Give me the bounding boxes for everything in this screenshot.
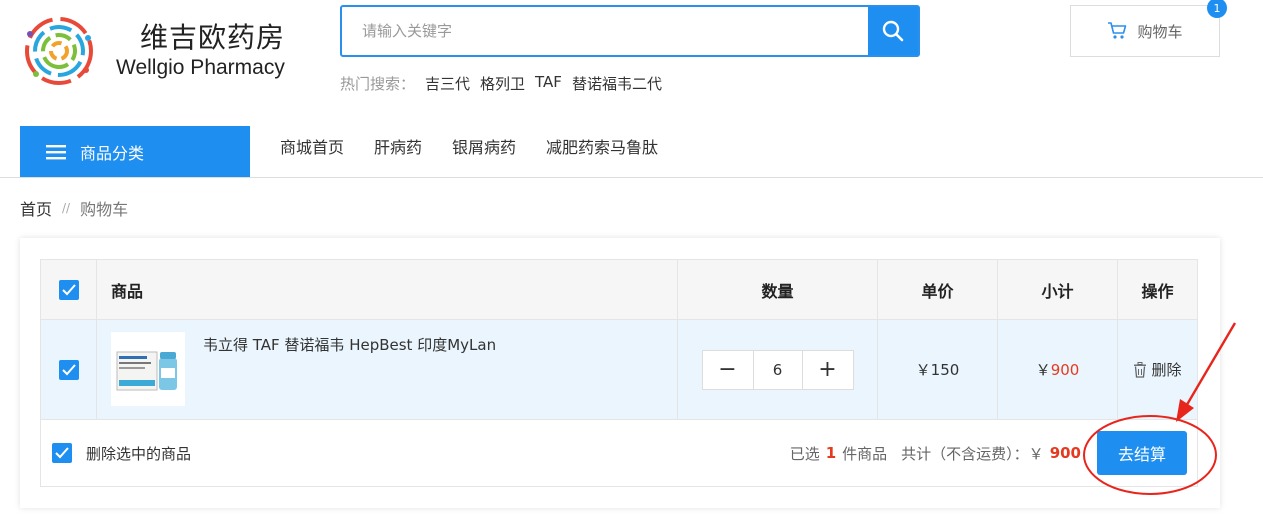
hot-search-label: 热门搜索： [340,75,416,93]
cart-count-badge: 1 [1207,0,1227,18]
delete-item-label: 删除 [1151,361,1182,379]
nav-link-weight-loss[interactable]: 减肥药索马鲁肽 [546,134,658,158]
main-nav: 商品分类 商城首页 肝病药 银屑病药 减肥药索马鲁肽 [0,126,1263,178]
hot-search-item[interactable]: TAF [535,73,562,94]
subtotal-value: 900 [1050,361,1080,379]
hot-search: 热门搜索： 吉三代 格列卫 TAF 替诺福韦二代 [340,73,662,94]
category-menu-label: 商品分类 [80,143,145,163]
subtotal-currency: ￥ [1035,361,1051,379]
delete-item-button[interactable]: 删除 [1133,359,1182,380]
delete-selected-button[interactable]: 删除选中的商品 [86,443,191,464]
search-bar [340,5,920,57]
table-header: 商品 数量 单价 小计 操作 [41,260,1197,320]
brand-name-cn: 维吉欧药房 [140,21,286,54]
trash-icon [1134,361,1147,378]
cart-footer: 删除选中的商品 已选 1 件商品 共计（不含运费）：￥ 900 去结算 [41,420,1197,486]
breadcrumb-current: 购物车 [80,200,129,219]
breadcrumb-separator: // [62,201,71,215]
breadcrumb-home[interactable]: 首页 [20,196,52,220]
check-icon [55,447,69,459]
column-header-price: 单价 [878,260,998,319]
column-header-subtotal: 小计 [998,260,1118,319]
hot-search-item[interactable]: 替诺福韦二代 [572,73,662,94]
check-icon [61,363,76,375]
total-value: 900 [1049,444,1081,462]
product-image[interactable] [111,332,185,406]
selected-prefix: 已选 [789,444,820,463]
quantity-value[interactable]: 6 [752,350,803,389]
footer-select-all-checkbox[interactable] [52,443,72,463]
select-all-checkbox[interactable] [58,279,79,300]
pharmacy-logo-icon [25,17,93,85]
nav-link-home[interactable]: 商城首页 [280,134,344,158]
decrease-quantity-button[interactable]: − [703,351,753,389]
brand-name-en: Wellgio Pharmacy [116,56,285,79]
hot-search-item[interactable]: 吉三代 [425,73,470,94]
cart-table: 商品 数量 单价 小计 操作 韦立得 TAF 替诺福韦 HepBest 印度My… [40,259,1198,487]
cart-label: 购物车 [1137,22,1183,41]
increase-quantity-button[interactable]: + [803,351,853,389]
nav-link-liver[interactable]: 肝病药 [374,134,422,158]
cart-button[interactable]: 购物车 [1070,5,1220,57]
total-label: 共计（不含运费）：￥ [901,444,1044,463]
checkout-button[interactable]: 去结算 [1097,431,1187,475]
search-input[interactable] [342,7,868,55]
check-icon [61,283,76,295]
nav-link-psoriasis[interactable]: 银屑病药 [452,134,516,158]
table-row: 韦立得 TAF 替诺福韦 HepBest 印度MyLan − 6 + ￥150 … [41,320,1197,420]
selected-count: 1 [825,444,837,462]
cart-summary: 已选 1 件商品 共计（不含运费）：￥ 900 [790,420,1081,486]
menu-icon [46,144,66,159]
column-header-quantity: 数量 [678,260,878,319]
category-menu-button[interactable]: 商品分类 [20,126,250,177]
product-name[interactable]: 韦立得 TAF 替诺福韦 HepBest 印度MyLan [203,332,496,355]
quantity-stepper: − 6 + [701,349,854,390]
column-header-product: 商品 [97,260,678,319]
item-subtotal: ￥900 [1036,359,1080,380]
search-button[interactable] [868,7,918,55]
medicine-box-icon [116,351,177,391]
search-icon [882,20,904,42]
breadcrumb: 首页 // 购物车 [20,196,128,220]
hot-search-item[interactable]: 格列卫 [480,73,525,94]
item-checkbox[interactable] [58,359,79,380]
cart-icon [1108,22,1127,39]
column-header-action: 操作 [1141,281,1174,301]
unit-price: ￥150 [915,361,960,379]
selected-suffix: 件商品 [842,444,888,463]
cart-panel: 商品 数量 单价 小计 操作 韦立得 TAF 替诺福韦 HepBest 印度My… [20,238,1220,508]
